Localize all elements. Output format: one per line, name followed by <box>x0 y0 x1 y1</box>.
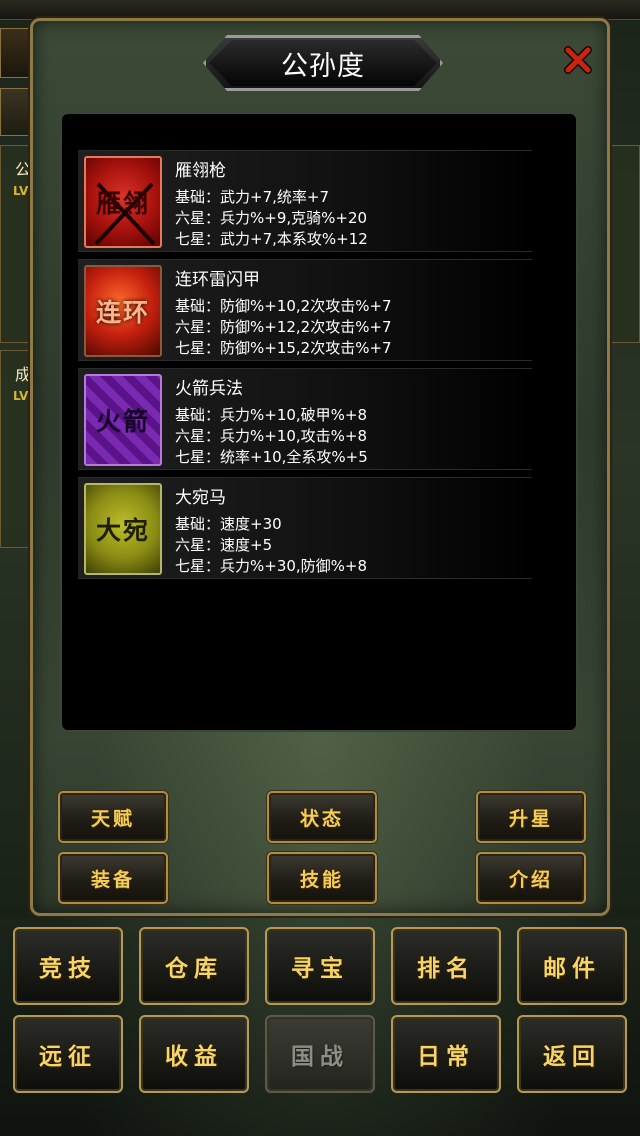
ranking-button[interactable]: 排名 <box>391 927 501 1005</box>
equipment-name: 火箭兵法 <box>175 379 243 399</box>
equipment-item[interactable]: 雁翎 雁翎枪 基础：武力+7,统率+7 六星：兵力%+9,克骑%+20 七星：武… <box>78 150 532 252</box>
mail-button[interactable]: 邮件 <box>517 927 627 1005</box>
equipment-icon-text: 大宛 <box>95 516 150 545</box>
stat-seven-star: 七星：武力+7,本系攻%+12 <box>175 230 368 248</box>
treasure-button[interactable]: 寻宝 <box>265 927 375 1005</box>
equipment-item[interactable]: 大宛 大宛马 基础：速度+30 六星：速度+5 七星：兵力%+30,防御%+8 <box>78 477 532 579</box>
stat-base: 基础：武力+7,统率+7 <box>175 188 329 206</box>
dialog-title: 公孙度 <box>281 50 365 82</box>
intro-button-label: 介绍 <box>508 868 553 891</box>
tactics-book-icon: 火箭 <box>84 374 162 466</box>
general-card-level: LV <box>13 184 29 198</box>
general-detail-dialog: 公孙度 雁翎 雁翎枪 基础：武力+7,统率+7 六星：兵力%+9,克骑%+20 … <box>30 18 610 916</box>
left-top-tab[interactable] <box>0 28 30 78</box>
stat-base: 基础：兵力%+10,破甲%+8 <box>175 406 368 424</box>
status-button-label: 状态 <box>299 807 344 830</box>
treasure-label: 寻宝 <box>291 956 349 982</box>
stat-base: 基础：防御%+10,2次攻击%+7 <box>175 297 392 315</box>
title-plate-inner: 公孙度 <box>209 40 437 86</box>
stat-six-star: 六星：兵力%+10,攻击%+8 <box>175 427 368 445</box>
nation-war-label: 国战 <box>291 1044 349 1070</box>
equipment-item[interactable]: 连环 连环雷闪甲 基础：防御%+10,2次攻击%+7 六星：防御%+12,2次攻… <box>78 259 532 361</box>
stat-six-star: 六星：速度+5 <box>175 536 273 554</box>
arena-button[interactable]: 竞技 <box>13 927 123 1005</box>
equipment-list[interactable]: 雁翎 雁翎枪 基础：武力+7,统率+7 六星：兵力%+9,克骑%+20 七星：武… <box>60 112 578 732</box>
armor-icon: 连环 <box>84 265 162 357</box>
expedition-button[interactable]: 远征 <box>13 1015 123 1093</box>
skill-button[interactable]: 技能 <box>267 852 377 904</box>
horse-icon: 大宛 <box>84 483 162 575</box>
background-general-card[interactable]: 成 LV <box>0 350 34 548</box>
equipment-icon-text: 火箭 <box>95 407 150 436</box>
stat-seven-star: 七星：统率+10,全系攻%+5 <box>175 448 368 466</box>
general-card-level: LV <box>13 389 29 403</box>
daily-button[interactable]: 日常 <box>391 1015 501 1093</box>
arena-label: 竞技 <box>39 956 97 982</box>
top-status-bar <box>0 0 640 20</box>
star-up-button[interactable]: 升星 <box>476 791 586 843</box>
spear-icon: 雁翎 <box>84 156 162 248</box>
expedition-label: 远征 <box>39 1044 97 1070</box>
income-button[interactable]: 收益 <box>139 1015 249 1093</box>
nation-war-button[interactable]: 国战 <box>265 1015 375 1093</box>
equipment-name: 雁翎枪 <box>175 161 226 181</box>
equipment-icon-text: 连环 <box>95 298 150 327</box>
ranking-label: 排名 <box>417 956 475 982</box>
close-icon <box>564 46 592 74</box>
stat-six-star: 六星：防御%+12,2次攻击%+7 <box>175 318 392 336</box>
back-label: 返回 <box>543 1044 601 1070</box>
close-button[interactable] <box>561 43 595 77</box>
equipment-icon-text: 雁翎 <box>95 189 150 218</box>
general-card-name: 公 <box>15 160 32 179</box>
status-button[interactable]: 状态 <box>267 791 377 843</box>
stat-base: 基础：速度+30 <box>175 515 282 533</box>
storage-label: 仓库 <box>165 956 223 982</box>
stat-seven-star: 七星：防御%+15,2次攻击%+7 <box>175 339 392 357</box>
left-side-tab[interactable] <box>0 88 34 136</box>
general-card-name: 成 <box>15 365 32 384</box>
equipment-item[interactable]: 火箭 火箭兵法 基础：兵力%+10,破甲%+8 六星：兵力%+10,攻击%+8 … <box>78 368 532 470</box>
mail-label: 邮件 <box>543 956 601 982</box>
income-label: 收益 <box>165 1044 223 1070</box>
back-button[interactable]: 返回 <box>517 1015 627 1093</box>
talent-button[interactable]: 天赋 <box>58 791 168 843</box>
skill-button-label: 技能 <box>299 868 344 891</box>
equipment-button[interactable]: 装备 <box>58 852 168 904</box>
intro-button[interactable]: 介绍 <box>476 852 586 904</box>
storage-button[interactable]: 仓库 <box>139 927 249 1005</box>
background-general-card[interactable]: 公 LV <box>0 145 34 343</box>
equipment-name: 大宛马 <box>175 488 226 508</box>
daily-label: 日常 <box>417 1044 475 1070</box>
star-up-button-label: 升星 <box>508 807 553 830</box>
equipment-button-label: 装备 <box>90 868 135 891</box>
equipment-name: 连环雷闪甲 <box>175 270 260 290</box>
stat-seven-star: 七星：兵力%+30,防御%+8 <box>175 557 368 575</box>
talent-button-label: 天赋 <box>90 807 135 830</box>
stat-six-star: 六星：兵力%+9,克骑%+20 <box>175 209 368 227</box>
